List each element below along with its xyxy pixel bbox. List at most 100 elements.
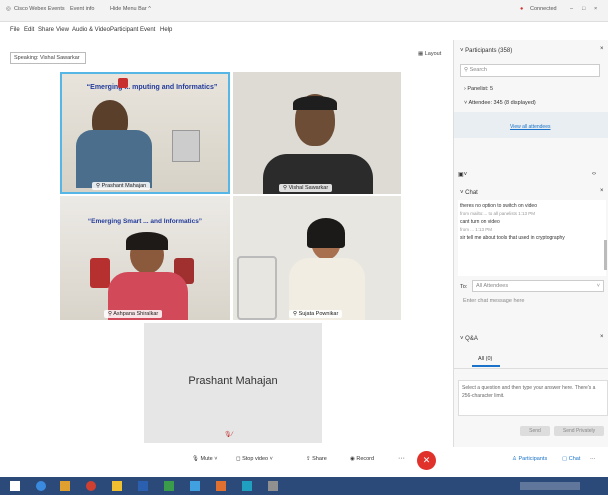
more-panels-button[interactable]: ··· (590, 456, 596, 462)
menu-bar: File Edit Share View Audio & Video Parti… (0, 22, 608, 40)
connection-status[interactable]: Connected (530, 6, 557, 12)
menu-share[interactable]: Share (38, 27, 54, 33)
close-button[interactable]: × (594, 6, 597, 12)
participants-button[interactable]: ♙ Participants (512, 456, 547, 462)
menu-participant[interactable]: Participant (110, 27, 138, 33)
menu-edit[interactable]: Edit (24, 27, 34, 33)
panelists-group[interactable]: › Panelist: 5 (464, 86, 493, 92)
poster-title: “Emerging Smart ... and Informatics” (87, 218, 203, 225)
menu-file[interactable]: File (10, 27, 20, 33)
person-shirt (76, 130, 152, 188)
os-taskbar (0, 477, 608, 495)
video-tile-prashant[interactable]: “Emerging ... mputing and Informatics” ⚲… (60, 72, 230, 194)
qa-send-button[interactable]: Send (520, 426, 550, 436)
hide-menu-bar-button[interactable]: Hide Menu Bar ^ (110, 6, 151, 12)
end-meeting-button[interactable]: ✕ (417, 451, 436, 470)
layout-button[interactable]: ▦ Layout (418, 51, 448, 65)
active-speaker-panel[interactable]: Prashant Mahajan 🎙⁄ (144, 323, 322, 443)
qa-tab-underline (472, 365, 500, 367)
chat-message: cant turn on video (460, 219, 500, 225)
divider (454, 368, 608, 369)
qa-hint: Select a question and then type your ans… (462, 385, 596, 399)
tab-cisco-webex-events[interactable]: Cisco Webex Events (14, 6, 65, 12)
close-qa-icon[interactable]: × (600, 334, 604, 340)
chat-bubble-icon: ▢ (562, 456, 568, 462)
muted-mic-icon: 🎙⁄ (224, 432, 233, 438)
poster-title: “Emerging ... mputing and Informatics” (86, 84, 218, 91)
video-tile-ashpana[interactable]: “Emerging Smart ... and Informatics” ⚲ A… (60, 196, 230, 320)
attendees-group[interactable]: ˅ Attendee: 345 (8 displayed) (464, 100, 536, 106)
video-name-label: ⚲ Vishal Sawarkar (279, 184, 333, 192)
windows-start-icon[interactable] (10, 481, 20, 491)
webex-logo-icon: ◎ (6, 6, 11, 12)
mic-icon: ⚲ (96, 183, 101, 189)
close-chat-icon[interactable]: × (600, 188, 604, 194)
video-name-label: ⚲ Prashant Mahajan (92, 182, 151, 190)
taskbar-app-icon[interactable] (216, 481, 226, 491)
record-button[interactable]: ◉ Record (350, 456, 374, 462)
qa-send-privately-button[interactable]: Send Privately (554, 426, 604, 436)
connection-status-icon: ● (520, 6, 524, 12)
taskbar-app-icon[interactable] (268, 481, 278, 491)
share-button[interactable]: ⇪ Share (306, 456, 327, 462)
chat-to-label: To: (460, 284, 468, 290)
taskbar-app-icon[interactable] (138, 481, 148, 491)
menu-help[interactable]: Help (160, 27, 172, 33)
chat-scrollbar[interactable] (604, 240, 607, 270)
grid-icon: ▦ (418, 51, 424, 57)
video-name-label: ⚲ Sujata Pownikar (289, 310, 343, 318)
maximize-button[interactable]: □ (582, 6, 585, 12)
chat-panel-header[interactable]: ˅ Chat (460, 190, 478, 196)
more-options-button[interactable]: ··· (398, 455, 405, 462)
menu-event[interactable]: Event (140, 27, 155, 33)
stop-video-button[interactable]: ◻ Stop video ˅ (236, 456, 273, 462)
video-tile-sujata[interactable]: ⚲ Sujata Pownikar (233, 196, 401, 320)
chat-recipient-select[interactable]: All Attendees ˅ (472, 280, 604, 292)
poster-photo (90, 258, 110, 288)
chat-message: sir tell me about tools that used in cry… (460, 235, 565, 241)
system-tray[interactable] (520, 482, 580, 490)
taskbar-app-icon[interactable] (36, 481, 46, 491)
video-tile-vishal[interactable]: ⚲ Vishal Sawarkar (233, 72, 401, 194)
record-icon: ◉ (350, 456, 355, 462)
taskbar-app-icon[interactable] (60, 481, 70, 491)
mic-icon: ⚲ (108, 311, 113, 317)
search-icon: ⚲ (464, 67, 469, 73)
close-participants-icon[interactable]: × (600, 46, 604, 52)
speaking-indicator: Speaking: Vishal Sawarkar (10, 52, 86, 64)
chair (237, 256, 277, 320)
participants-panel-header[interactable]: ˅ Participants (358) (460, 48, 512, 54)
participant-search-input[interactable]: ⚲ Search (460, 64, 600, 77)
panel-collapse-icon[interactable]: ‹› (592, 171, 596, 177)
share-icon: ⇪ (306, 456, 311, 462)
active-speaker-name: Prashant Mahajan (188, 375, 278, 387)
chat-button[interactable]: ▢ Chat (562, 456, 580, 462)
logo-icon (118, 78, 128, 88)
taskbar-app-icon[interactable] (86, 481, 96, 491)
taskbar-app-icon[interactable] (190, 481, 200, 491)
chat-message: theres no option to switch on video (460, 203, 537, 209)
person-hair (126, 232, 168, 250)
menu-view[interactable]: View (56, 27, 69, 33)
chat-message-meta: from mailto:... to all panelists 1:13 PM (460, 211, 536, 216)
view-all-attendees-link[interactable]: View all attendees (510, 124, 551, 130)
tab-event-info[interactable]: Event info (70, 6, 94, 12)
mute-button[interactable]: 🎙 Mute ˅ (192, 456, 218, 462)
microphone-icon: 🎙 (192, 456, 199, 462)
qa-answer-input[interactable]: Select a question and then type your ans… (458, 380, 608, 416)
chat-message-meta: from ... 1:13 PM (460, 227, 493, 232)
chat-message-input[interactable]: Enter chat message here (460, 296, 604, 324)
qa-panel-header[interactable]: ˅ Q&A (460, 336, 478, 342)
panel-options-icon[interactable]: ▣˅ (458, 171, 467, 178)
menu-audio-video[interactable]: Audio & Video (72, 27, 110, 33)
taskbar-app-icon[interactable] (112, 481, 122, 491)
video-camera-icon: ◻ (236, 456, 241, 462)
person-icon: ♙ (512, 456, 517, 462)
meeting-toolbar: 🎙 Mute ˅ ◻ Stop video ˅ ⇪ Share ◉ Record… (0, 447, 608, 477)
video-name-label: ⚲ Ashpana Shiralkar (104, 310, 163, 318)
minimize-button[interactable]: – (570, 6, 573, 12)
taskbar-app-icon[interactable] (242, 481, 252, 491)
qa-tab-all[interactable]: All (0) (478, 356, 492, 362)
poster-photo (172, 130, 200, 162)
taskbar-app-icon[interactable] (164, 481, 174, 491)
